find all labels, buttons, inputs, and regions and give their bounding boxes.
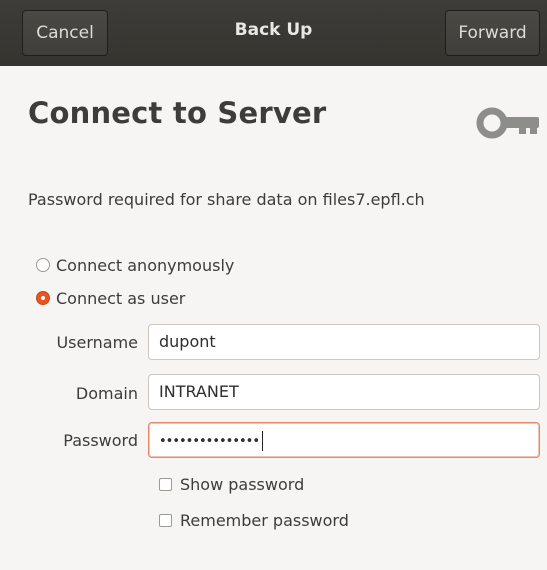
radio-as-user-label: Connect as user [56, 288, 186, 308]
show-password-option[interactable]: Show password [159, 473, 304, 495]
domain-field[interactable]: INTRANET [148, 374, 540, 410]
show-password-checkbox[interactable] [159, 477, 172, 491]
remember-password-option[interactable]: Remember password [159, 509, 349, 531]
radio-as-user[interactable] [36, 291, 50, 305]
password-masked-value: ••••••••••••••• [159, 434, 260, 449]
username-label: Username [56, 333, 138, 352]
password-required-message: Password required for share data on file… [28, 190, 425, 209]
remember-password-checkbox[interactable] [159, 513, 172, 527]
forward-button[interactable]: Forward [445, 10, 540, 56]
connect-as-user-option[interactable]: Connect as user [36, 287, 185, 309]
connect-to-server-dialog: Cancel Back Up Forward Connect to Server… [0, 0, 547, 570]
username-field[interactable]: dupont [148, 324, 540, 360]
radio-anonymous-label: Connect anonymously [56, 255, 235, 275]
text-cursor [262, 430, 264, 451]
connect-anonymously-option[interactable]: Connect anonymously [36, 254, 234, 276]
password-field[interactable]: ••••••••••••••• [148, 422, 540, 458]
password-label: Password [63, 431, 138, 450]
key-icon [476, 107, 539, 139]
show-password-label: Show password [180, 474, 305, 494]
page-title: Connect to Server [28, 96, 327, 130]
remember-password-label: Remember password [180, 510, 349, 530]
radio-anonymous[interactable] [36, 258, 50, 272]
header-bar: Cancel Back Up Forward [0, 0, 547, 66]
domain-label: Domain [75, 384, 138, 403]
